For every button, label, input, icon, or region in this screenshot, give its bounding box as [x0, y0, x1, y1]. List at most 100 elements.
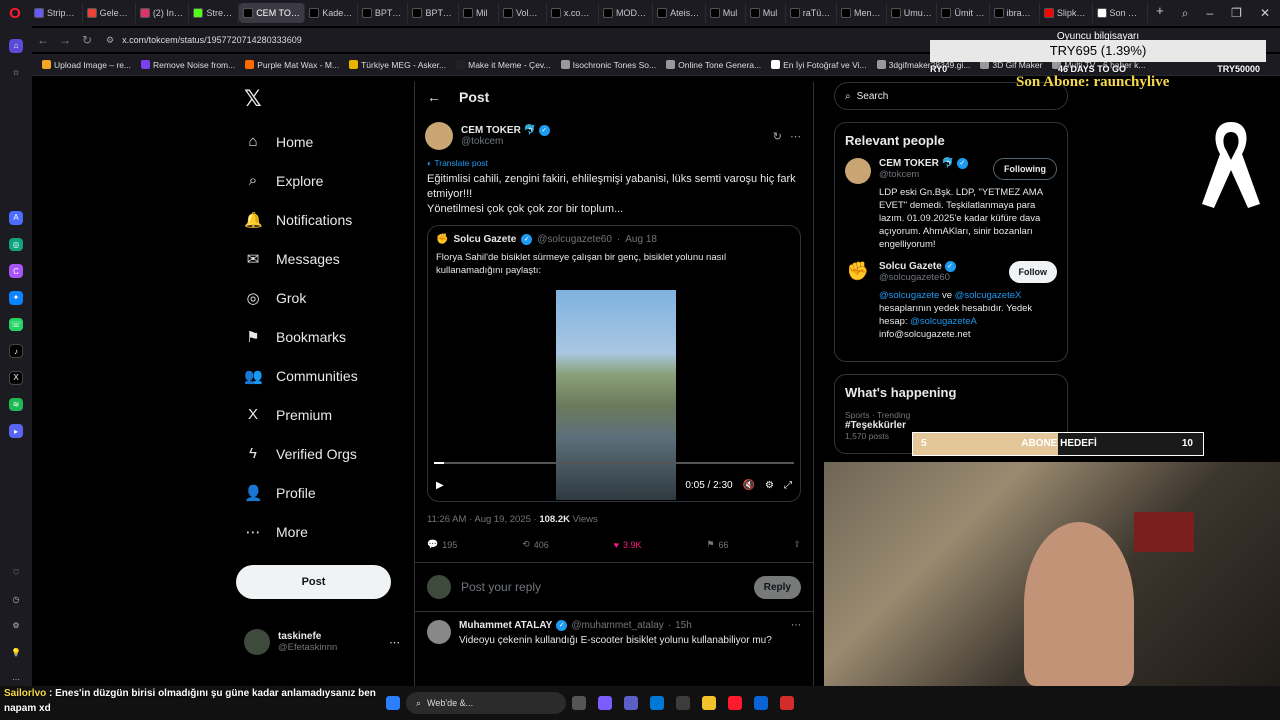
- author-name[interactable]: CEM TOKER: [461, 125, 521, 136]
- taskbar-search[interactable]: ⌕ Web'de &...: [406, 692, 566, 714]
- more-icon[interactable]: ⋯: [9, 672, 23, 686]
- heart-icon[interactable]: ♡: [9, 566, 23, 580]
- reply-input[interactable]: Post your reply: [461, 580, 541, 594]
- browser-tab[interactable]: Mul: [746, 3, 786, 23]
- browser-tab[interactable]: x.com/a: [547, 3, 600, 23]
- browser-tab[interactable]: MOD on: [599, 3, 654, 23]
- quote-author[interactable]: Solcu Gazete: [453, 234, 516, 245]
- reload-icon[interactable]: ↻: [76, 33, 98, 47]
- url-field[interactable]: ⚙ x.com/tokcem/status/195772071428033360…: [106, 35, 302, 46]
- browser-tab[interactable]: Son Dep: [1093, 3, 1149, 23]
- bookmark-item[interactable]: Purple Mat Wax - M...: [245, 60, 339, 70]
- bookmark-item[interactable]: Upload Image – re...: [42, 60, 131, 70]
- new-tab-button[interactable]: +: [1148, 3, 1172, 23]
- video-player[interactable]: [556, 290, 676, 500]
- nav-item-verified-orgs[interactable]: ϟ Verified Orgs: [236, 434, 406, 473]
- share-icon[interactable]: ⇪: [793, 539, 801, 550]
- outlook-icon[interactable]: [754, 696, 768, 710]
- spotify-icon[interactable]: ≋: [9, 397, 23, 412]
- post-timestamp[interactable]: 11:26 AM · Aug 19, 2025 ·: [427, 514, 539, 525]
- browser-tab[interactable]: Gelen K: [83, 3, 136, 23]
- browser-tab[interactable]: Kader A: [305, 3, 358, 23]
- browser-tab[interactable]: Ümit Dil: [937, 3, 990, 23]
- person-name[interactable]: CEM TOKER: [879, 158, 939, 169]
- nav-item-premium[interactable]: X Premium: [236, 395, 406, 434]
- reply-handle[interactable]: @muhammet_atalay: [571, 620, 663, 631]
- translate-post-link[interactable]: Translate post: [434, 158, 488, 168]
- home-icon[interactable]: ⌂: [9, 39, 23, 53]
- reply-button[interactable]: Reply: [753, 575, 801, 599]
- bookmark-item[interactable]: Türkiye MEG - Asker...: [349, 60, 446, 70]
- forward-icon[interactable]: →: [54, 33, 76, 47]
- avatar[interactable]: [427, 620, 451, 644]
- reply-author[interactable]: Muhammet ATALAY: [459, 620, 552, 631]
- bookmark-item[interactable]: Isochronic Tones So...: [560, 60, 656, 70]
- video-progress[interactable]: [434, 462, 794, 464]
- back-arrow-icon[interactable]: ←: [427, 89, 441, 105]
- more-icon[interactable]: ⋯: [791, 620, 801, 631]
- close-window-icon[interactable]: ✕: [1260, 6, 1270, 21]
- settings-icon[interactable]: ⚙: [9, 619, 23, 633]
- browser-tab[interactable]: BPT on: [358, 3, 409, 23]
- nav-item-notifications[interactable]: 🔔 Notifications: [236, 200, 406, 239]
- trend-name[interactable]: #Teşekkürler: [845, 420, 1057, 431]
- browser-tab[interactable]: BPT on: [408, 3, 460, 23]
- browser-tab[interactable]: (2) Insta: [136, 3, 190, 23]
- browser-tab[interactable]: Stripe E: [30, 3, 83, 23]
- tiktok-icon[interactable]: ♪: [9, 344, 23, 358]
- nav-item-messages[interactable]: ✉ Messages: [236, 239, 406, 278]
- maximize-icon[interactable]: ❐: [1231, 6, 1242, 21]
- settings-icon[interactable]: ⚙: [765, 480, 774, 491]
- aria-icon[interactable]: A: [9, 211, 23, 225]
- browser-tab[interactable]: Mil: [459, 3, 500, 23]
- browser-tab[interactable]: raTürkç: [786, 3, 837, 23]
- following-button[interactable]: Following: [993, 158, 1057, 181]
- bio-link[interactable]: @solcugazeteX: [955, 290, 1022, 301]
- search-tabs-icon[interactable]: ⌕: [1182, 6, 1189, 21]
- bookmark-item[interactable]: Online Tone Genera...: [666, 60, 761, 70]
- messenger-icon[interactable]: ✦: [9, 291, 23, 305]
- browser-tab[interactable]: ibrahim: [990, 3, 1040, 23]
- bookmark-item[interactable]: En İyi Fotoğraf ve Vi...: [771, 60, 867, 70]
- browser-tab[interactable]: Mul: [706, 3, 746, 23]
- bio-link[interactable]: @solcugazete: [879, 290, 939, 301]
- author-handle[interactable]: @tokcem: [461, 136, 550, 147]
- reply-action[interactable]: 💬 195: [427, 539, 457, 550]
- cs-icon[interactable]: C: [9, 264, 23, 279]
- nav-item-home[interactable]: ⌂ Home: [236, 122, 406, 161]
- person-solcu-gazete[interactable]: ✊ Solcu Gazete ✓ @solcugazete60 Follow @…: [845, 261, 1057, 341]
- app-icon[interactable]: [780, 696, 794, 710]
- player-icon[interactable]: ▸: [9, 424, 23, 438]
- minimize-icon[interactable]: –: [1206, 6, 1213, 21]
- browser-tab[interactable]: Slipknot: [1040, 3, 1093, 23]
- file-explorer-icon[interactable]: [702, 696, 716, 710]
- task-view-icon[interactable]: [572, 696, 586, 710]
- teams-icon[interactable]: [624, 696, 638, 710]
- nav-item-communities[interactable]: 👥 Communities: [236, 356, 406, 395]
- solcu-gazete-logo-icon[interactable]: ✊: [845, 261, 871, 287]
- follow-button[interactable]: Follow: [1008, 261, 1057, 284]
- person-name[interactable]: Solcu Gazete: [879, 261, 942, 272]
- account-switcher[interactable]: taskinefe @Efetaskinnn ⋯: [236, 629, 406, 655]
- post-button[interactable]: Post: [236, 565, 391, 599]
- repost-action[interactable]: ⟲ 406: [522, 539, 549, 550]
- more-icon[interactable]: ⋯: [790, 130, 801, 143]
- x-icon[interactable]: X: [9, 370, 23, 385]
- store-icon[interactable]: [676, 696, 690, 710]
- history-icon[interactable]: ◷: [9, 593, 23, 607]
- grok-icon[interactable]: ↻: [773, 130, 782, 143]
- nav-item-profile[interactable]: 👤 Profile: [236, 473, 406, 512]
- bulb-icon[interactable]: 💡: [9, 646, 23, 660]
- browser-tab[interactable]: Umut K: [887, 3, 938, 23]
- whatsapp-icon[interactable]: ☏: [9, 317, 23, 332]
- more-options-icon[interactable]: ⋯: [389, 636, 400, 649]
- avatar[interactable]: [845, 158, 871, 184]
- fullscreen-icon[interactable]: ⤢: [784, 480, 792, 491]
- edge-icon[interactable]: [650, 696, 664, 710]
- play-icon[interactable]: ▶: [436, 480, 444, 491]
- x-logo-icon[interactable]: 𝕏: [244, 86, 406, 112]
- browser-tab[interactable]: Volkan: [499, 3, 547, 23]
- nav-item-bookmarks[interactable]: ⚑ Bookmarks: [236, 317, 406, 356]
- mute-icon[interactable]: 🔇: [743, 480, 755, 491]
- browser-tab[interactable]: CEM TOKER: [239, 3, 306, 23]
